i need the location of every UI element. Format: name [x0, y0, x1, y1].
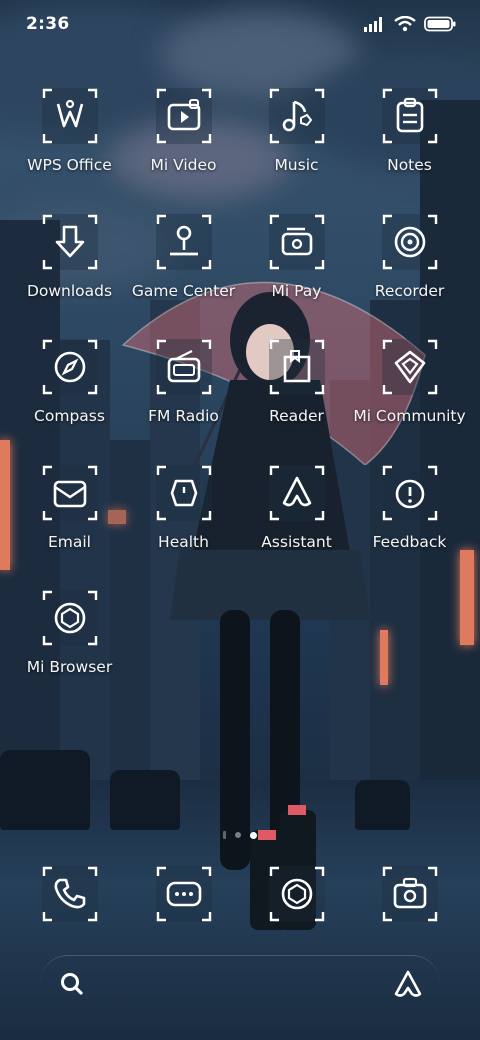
feedback-icon [381, 464, 438, 521]
app-camera[interactable] [353, 866, 466, 922]
app-label: Recorder [374, 281, 445, 300]
app-label: Notes [387, 156, 432, 174]
mi-browser-icon [41, 590, 98, 646]
app-downloads[interactable]: Downloads [13, 213, 126, 300]
mi-pay-icon [268, 213, 325, 270]
signal-icon [364, 17, 382, 32]
app-label: Health [158, 532, 209, 551]
status-bar: 2:36 [0, 0, 480, 52]
app-phone[interactable] [13, 866, 126, 922]
app-label: WPS Office [27, 156, 112, 174]
app-wps-office[interactable]: WPS Office [13, 88, 126, 174]
page-indicator[interactable] [0, 831, 480, 839]
health-icon [155, 464, 212, 521]
page-dot-menu [223, 831, 226, 839]
fm-radio-icon [155, 339, 212, 395]
app-label: Assistant [261, 532, 332, 551]
app-game-center[interactable]: Game Center [127, 213, 240, 300]
compass-icon [41, 339, 98, 395]
phone-icon [41, 866, 98, 922]
app-recorder[interactable]: Recorder [353, 213, 466, 300]
app-label: Downloads [26, 281, 113, 300]
app-label: Compass [34, 407, 105, 425]
app-messages[interactable] [127, 866, 240, 922]
mi-community-icon [381, 339, 438, 395]
page-dot-active [250, 831, 257, 839]
notes-icon [381, 88, 438, 144]
assistant-icon[interactable] [390, 966, 426, 1002]
app-label: Feedback [372, 532, 447, 551]
assistant-icon [268, 464, 325, 521]
app-mi-pay[interactable]: Mi Pay [240, 213, 353, 300]
app-mi-community[interactable]: Mi Community [353, 339, 466, 425]
app-label: Game Center [131, 281, 236, 300]
app-music[interactable]: Music [240, 88, 353, 174]
app-label: Reader [269, 407, 324, 425]
bottom-bar [40, 955, 440, 1012]
app-label: Mi Browser [26, 658, 113, 676]
app-label: Mi Community [353, 407, 466, 425]
app-notes[interactable]: Notes [353, 88, 466, 174]
app-browser[interactable] [240, 866, 353, 922]
wps-office-icon [41, 88, 98, 144]
email-icon [41, 464, 98, 521]
browser-icon [268, 866, 325, 922]
recorder-icon [381, 213, 438, 270]
app-compass[interactable]: Compass [13, 339, 126, 425]
app-feedback[interactable]: Feedback [353, 464, 466, 551]
page-dot [235, 832, 241, 838]
messages-icon [155, 866, 212, 922]
downloads-icon [41, 213, 98, 270]
status-time: 2:36 [26, 14, 70, 34]
mi-video-icon [155, 88, 212, 144]
app-label: FM Radio [148, 407, 219, 425]
camera-icon [381, 866, 438, 922]
app-email[interactable]: Email [13, 464, 126, 551]
app-fm-radio[interactable]: FM Radio [127, 339, 240, 425]
app-label: Music [274, 156, 319, 174]
app-label: Mi Pay [271, 281, 322, 300]
battery-icon [424, 16, 456, 32]
app-assistant[interactable]: Assistant [240, 464, 353, 551]
app-health[interactable]: Health [127, 464, 240, 551]
app-label: Email [47, 532, 91, 551]
app-reader[interactable]: Reader [240, 339, 353, 425]
music-icon [268, 88, 325, 144]
app-mi-video[interactable]: Mi Video [127, 88, 240, 174]
app-mi-browser[interactable]: Mi Browser [13, 590, 126, 676]
game-center-icon [155, 213, 212, 270]
search-icon[interactable] [54, 966, 90, 1002]
reader-icon [268, 339, 325, 395]
wifi-icon [394, 16, 416, 32]
app-label: Mi Video [150, 156, 217, 174]
